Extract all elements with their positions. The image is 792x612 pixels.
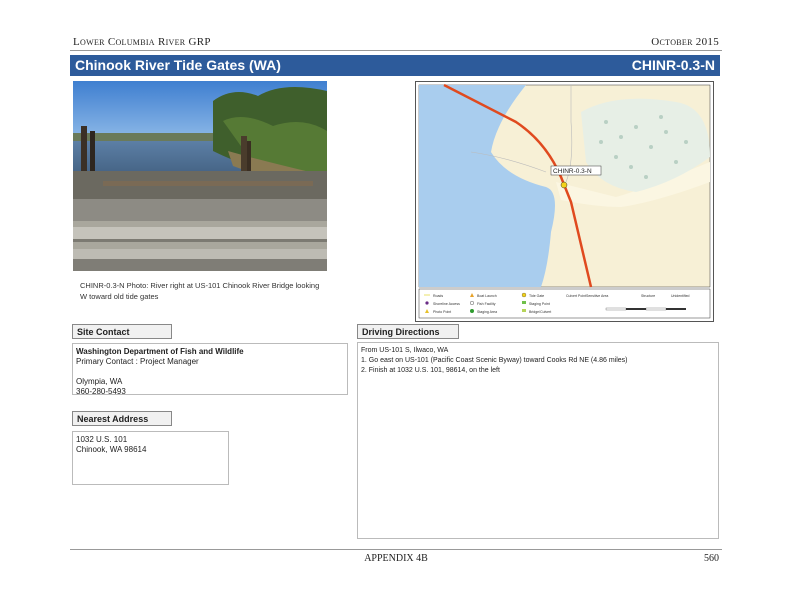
legend-item: Culvert Point [566, 294, 586, 298]
legend-item: Sensitive Area [586, 294, 608, 298]
legend-item: Staging Point [529, 302, 550, 306]
driving-directions-box: From US-101 S, Ilwaco, WA 1. Go east on … [357, 342, 719, 539]
driving-directions-label: Driving Directions [357, 324, 459, 339]
contact-primary: Primary Contact : Project Manager [76, 357, 199, 366]
site-photo [73, 81, 327, 271]
site-photo-image [73, 81, 327, 271]
address-line-1: 1032 U.S. 101 [76, 435, 128, 444]
directions-step-1: 1. Go east on US-101 (Pacific Coast Scen… [361, 357, 628, 364]
map-site-label: CHINR-0.3-N [553, 168, 592, 175]
nearest-address-label: Nearest Address [72, 411, 172, 426]
legend-item: Photo Point [433, 310, 451, 314]
legend-item: Staging Area [477, 310, 497, 314]
header-rule [70, 50, 722, 51]
footer-appendix: APPENDIX 4B [364, 553, 428, 564]
legend-item: Boat Launch [477, 294, 497, 298]
title-bar: Chinook River Tide Gates (WA) CHINR-0.3-… [70, 55, 720, 76]
legend-item: Bridge/Culvert [529, 310, 551, 314]
header-date: October 2015 [651, 36, 719, 48]
legend-item: Fish Facility [477, 302, 496, 306]
photo-caption: CHINR-0.3-N Photo: River right at US-101… [80, 281, 320, 301]
legend-item: Unidentified [671, 294, 690, 298]
site-contact-label: Site Contact [72, 324, 172, 339]
footer-rule [70, 549, 722, 550]
legend-item: Shoreline Access [433, 302, 460, 306]
contact-city: Olympia, WA [76, 377, 123, 386]
legend-item: Structure [641, 294, 655, 298]
header-doc-title: Lower Columbia River GRP [73, 36, 211, 48]
site-name: Chinook River Tide Gates (WA) [75, 57, 281, 73]
site-code: CHINR-0.3-N [631, 57, 715, 73]
map-canvas: CHINR-0.3-N Roads Shoreline Access Photo… [416, 82, 713, 321]
directions-from: From US-101 S, Ilwaco, WA [361, 347, 449, 354]
contact-org: Washington Department of Fish and Wildli… [76, 347, 244, 356]
site-contact-box: Washington Department of Fish and Wildli… [72, 343, 348, 396]
legend-item: Roads [433, 294, 443, 298]
nearest-address-box: 1032 U.S. 101 Chinook, WA 98614 [72, 431, 229, 485]
site-map[interactable]: CHINR-0.3-N Roads Shoreline Access Photo… [415, 81, 714, 322]
address-line-2: Chinook, WA 98614 [76, 445, 147, 454]
legend-item: Tide Gate [529, 294, 544, 298]
page-number: 560 [704, 553, 719, 564]
directions-step-2: 2. Finish at 1032 U.S. 101, 98614, on th… [361, 367, 500, 374]
contact-phone: 360-280-5493 [76, 387, 126, 396]
